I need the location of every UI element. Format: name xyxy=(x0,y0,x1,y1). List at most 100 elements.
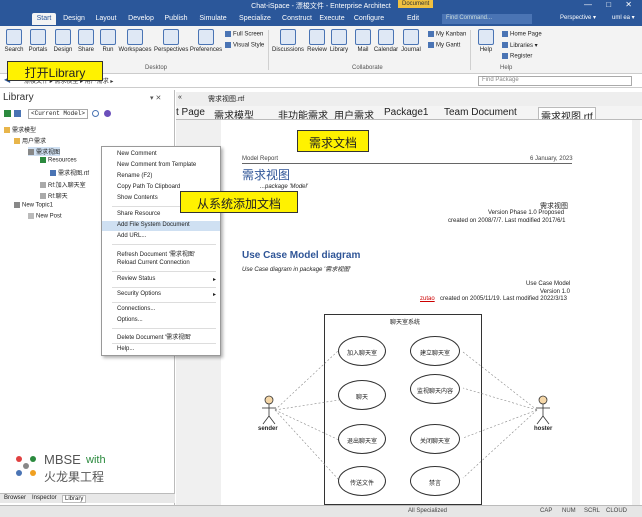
tab-edit[interactable]: Edit xyxy=(402,13,424,25)
register-button[interactable]: Register xyxy=(502,53,532,60)
usecase-mute[interactable]: 禁言 xyxy=(410,466,460,496)
tab-inspector[interactable]: Inspector xyxy=(30,495,59,501)
tree-node-user-requirements[interactable]: 用户需求 xyxy=(14,136,46,145)
my-kanban-button[interactable]: My Kanban xyxy=(428,31,466,38)
section-title: Use Case Model diagram xyxy=(242,250,361,261)
tab-simulate[interactable]: Simulate xyxy=(196,13,230,25)
calendar-button[interactable]: Calendar xyxy=(373,29,399,53)
discussions-button[interactable]: Discussions xyxy=(272,29,304,53)
tree-node-requirements-model[interactable]: 需求模型 xyxy=(4,125,36,134)
tree-node-rtf-file[interactable]: 需求视图.rtf xyxy=(50,168,89,177)
tab-develop[interactable]: Develop xyxy=(126,13,156,25)
menu-connections[interactable]: Connections... xyxy=(102,305,220,315)
tab-user-requirements[interactable]: 用户需求 xyxy=(334,107,374,119)
panel-pin-icon[interactable]: ▾ ✕ xyxy=(150,94,161,102)
tree-label: New Topic1 xyxy=(22,202,53,209)
logo-text-cn: 火龙果工程 xyxy=(44,470,105,484)
usecase-join-chatroom[interactable]: 加入聊天室 xyxy=(338,336,386,366)
tab-start-page[interactable]: t Page xyxy=(176,107,205,118)
find-command-input[interactable]: Find Command... xyxy=(442,14,532,24)
perspective-dropdown[interactable]: Perspective ▾ xyxy=(560,14,596,21)
review-button[interactable]: Review xyxy=(305,29,329,53)
model-select[interactable]: <Current Model> xyxy=(28,109,88,119)
perspectives-button[interactable]: Perspectives xyxy=(154,29,188,53)
preferences-button[interactable]: Preferences xyxy=(189,29,223,53)
full-screen-button[interactable]: Full Screen xyxy=(225,31,263,38)
tab-layout[interactable]: Layout xyxy=(92,13,120,25)
menu-refresh-document[interactable]: Refresh Document '需求视图' xyxy=(102,248,220,258)
tab-start[interactable]: Start xyxy=(32,13,56,25)
menu-review-status[interactable]: Review Status ▸ xyxy=(102,275,220,285)
tab-publish[interactable]: Publish xyxy=(162,13,190,25)
tab-nonfunctional[interactable]: 非功能需求 xyxy=(278,107,328,119)
visual-style-button[interactable]: Visual Style xyxy=(225,42,264,49)
menu-new-comment[interactable]: New Comment xyxy=(102,150,220,160)
my-gantt-button[interactable]: My Gantt xyxy=(428,42,460,49)
refresh-icon[interactable] xyxy=(4,110,11,117)
tab-rtf-document[interactable]: 需求视图.rtf xyxy=(538,107,596,119)
menu-add-url[interactable]: Add URL... xyxy=(102,232,220,242)
tab-library[interactable]: Library xyxy=(62,495,87,503)
tree-node-rf-chat[interactable]: Rf:聊天 xyxy=(40,191,68,200)
ribbon-separator xyxy=(470,30,471,70)
tree-node-resources[interactable]: Resources xyxy=(40,157,77,164)
run-label: Run xyxy=(102,47,114,53)
tab-configure[interactable]: Configure xyxy=(352,13,386,25)
window-controls[interactable]: — □ ✕ xyxy=(584,0,638,9)
post-icon xyxy=(28,213,34,219)
find-package-input[interactable]: Find Package xyxy=(478,76,632,86)
tab-design[interactable]: Design xyxy=(60,13,88,25)
home-page-button[interactable]: Home Page xyxy=(502,31,542,38)
my-kanban-label: My Kanban xyxy=(436,31,467,38)
portals-label: Portals xyxy=(28,47,48,53)
libraries-button[interactable]: Libraries ▾ xyxy=(502,42,538,49)
usecase-chat[interactable]: 聊天 xyxy=(338,380,386,410)
menu-rename[interactable]: Rename (F2) xyxy=(102,172,220,182)
menu-new-comment-template[interactable]: New Comment from Template xyxy=(102,161,220,171)
help-button[interactable]: Help xyxy=(474,29,498,53)
settings-icon[interactable] xyxy=(104,110,111,117)
design-button[interactable]: Design xyxy=(51,29,75,53)
tree-node-new-post[interactable]: New Post xyxy=(28,213,62,220)
menu-security-options-label: Security Options xyxy=(117,291,162,297)
tree-node-rf-join-chatroom[interactable]: Rf:加入聊天室 xyxy=(40,180,86,189)
tree-node-requirements-view[interactable]: 需求视图 xyxy=(28,147,61,156)
search-icon[interactable] xyxy=(92,110,99,117)
usecase-exit-chatroom[interactable]: 退出聊天室 xyxy=(338,424,386,454)
menu-delete-document[interactable]: Delete Document '需求视图' xyxy=(102,331,220,341)
workspaces-button[interactable]: Workspaces xyxy=(118,29,152,53)
usecase-create-chatroom[interactable]: 建立聊天室 xyxy=(410,336,460,366)
usecase-close-chatroom[interactable]: 关闭聊天室 xyxy=(410,424,460,454)
tab-team-document[interactable]: Team Document xyxy=(444,107,517,118)
menu-security-options[interactable]: Security Options ▸ xyxy=(102,290,220,300)
tab-browser[interactable]: Browser xyxy=(2,495,28,501)
tab-execute[interactable]: Execute xyxy=(318,13,346,25)
menu-add-file-system-document[interactable]: Add File System Document xyxy=(102,221,220,231)
tab-specialize[interactable]: Specialize xyxy=(236,13,274,25)
calendar-label: Calendar xyxy=(373,47,399,53)
menu-help[interactable]: Help... xyxy=(102,345,220,355)
usecase-monitor-chat[interactable]: 监视聊天内容 xyxy=(410,374,460,404)
journal-button[interactable]: Journal xyxy=(399,29,423,53)
tree-node-new-topic[interactable]: New Topic1 xyxy=(14,202,53,209)
tab-requirements-model[interactable]: 需求模型 xyxy=(214,107,254,119)
tab-construct[interactable]: Construct xyxy=(280,13,314,25)
run-button[interactable]: Run xyxy=(96,29,120,53)
menu-reload-connection[interactable]: Reload Current Connection xyxy=(102,259,220,269)
tab-package1[interactable]: Package1 xyxy=(384,107,428,118)
user-menu[interactable]: uml ea ▾ xyxy=(612,14,635,21)
menu-separator xyxy=(112,302,216,303)
vertical-scrollbar[interactable] xyxy=(632,120,640,505)
nav-arrows[interactable]: « xyxy=(178,94,182,101)
new-item-icon[interactable] xyxy=(14,110,21,117)
portals-button[interactable]: Portals xyxy=(26,29,50,53)
library-button[interactable]: Library xyxy=(327,29,351,53)
tree-label: New Post xyxy=(36,213,62,220)
portals-icon xyxy=(30,29,46,45)
usecase-send-file[interactable]: 传送文件 xyxy=(338,466,386,496)
share-button[interactable]: Share xyxy=(74,29,98,53)
mail-button[interactable]: Mail xyxy=(351,29,375,53)
uc-meta-created: created on 2005/11/19. Last modified 202… xyxy=(440,296,567,302)
search-button[interactable]: Search xyxy=(2,29,26,53)
menu-options[interactable]: Options... xyxy=(102,316,220,326)
